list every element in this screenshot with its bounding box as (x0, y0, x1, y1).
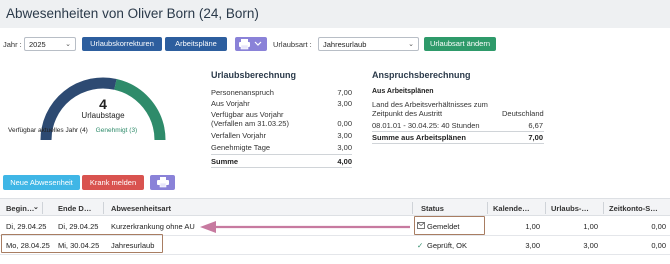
gauge-value: 4 (99, 96, 107, 112)
cell-begin: Di, 29.04.25 (6, 222, 47, 231)
chevron-down-icon: ⌄ (408, 41, 414, 48)
printer-icon (239, 39, 262, 50)
sick-report-button[interactable]: Krank melden (82, 175, 144, 190)
claim-line2: Zeitpunkt des Austritt (372, 109, 443, 118)
cell-time-account: 0,00 (651, 241, 666, 250)
print-button[interactable] (150, 175, 175, 190)
year-select[interactable]: 2025 ⌄ (24, 37, 76, 51)
cell-vacation-days: 1,00 (583, 222, 598, 231)
work-plans-button[interactable]: Arbeitspläne (165, 37, 227, 51)
cell-type: Kurzerkrankung ohne AU (111, 222, 195, 231)
column-separator (545, 202, 546, 214)
calc-title: Urlaubsberechnung (211, 70, 297, 80)
new-absence-button[interactable]: Neue Abwesenheit (3, 175, 80, 190)
column-separator (487, 202, 488, 214)
calc-label-sub: (Verfallen am 31.03.25) (211, 119, 289, 128)
table-header: Begin… ⌄ Ende D… Abwesenheitsart Status … (0, 198, 670, 216)
calc-value: 0,00 (337, 119, 352, 128)
calc-label: Genehmigte Tage (211, 143, 271, 152)
claim-subtitle: Aus Arbeitsplänen (372, 88, 434, 95)
claim-period: 08.01.01 - 30.04.25: 40 Stunden (372, 121, 480, 130)
column-header-type[interactable]: Abwesenheitsart (111, 204, 171, 213)
calc-sum-label: Summe (211, 157, 239, 166)
vacation-corrections-button[interactable]: Urlaubskorrekturen (82, 37, 162, 51)
status-highlight-box (414, 216, 485, 235)
claim-title: Anspruchsberechnung (372, 70, 471, 80)
print-dropdown-button[interactable] (235, 37, 267, 51)
column-header-timeaccount[interactable]: Zeitkonto-S… (609, 204, 658, 213)
column-separator (412, 202, 413, 214)
year-label: Jahr : (3, 40, 22, 49)
calc-label: Verfügbar aus Vorjahr (211, 110, 284, 119)
sort-desc-icon[interactable]: ⌄ (33, 203, 39, 211)
calc-sum-value: 4,00 (337, 157, 352, 166)
calc-value: 3,00 (337, 131, 352, 140)
calc-label: Personenanspruch (211, 88, 274, 97)
column-header-begin[interactable]: Begin… (6, 204, 34, 213)
claim-period-value: 6,67 (528, 121, 543, 130)
column-header-end[interactable]: Ende D… (58, 204, 91, 213)
calc-value: 7,00 (337, 88, 352, 97)
vacation-type-value: Jahresurlaub (323, 40, 367, 49)
claim-bottom-rule (372, 143, 544, 144)
chevron-down-icon: ⌄ (65, 41, 71, 48)
calc-label: Verfallen Vorjahr (211, 131, 267, 140)
vacation-type-select[interactable]: Jahresurlaub ⌄ (318, 37, 419, 51)
page-title: Abwesenheiten von Oliver Born (24, Born) (6, 6, 259, 21)
legend-approved: Genehmigt (3) (95, 127, 138, 134)
check-icon: ✓ (417, 241, 424, 250)
calc-value: 3,00 (337, 99, 352, 108)
column-separator (42, 202, 43, 214)
change-vacation-type-button[interactable]: Urlaubsart ändern (424, 37, 496, 51)
row-highlight-box (1, 234, 163, 253)
cell-end: Di, 29.04.25 (58, 222, 99, 231)
column-header-calendar[interactable]: Kalende… (493, 204, 530, 213)
claim-sum-label: Summe aus Arbeitsplänen (372, 133, 466, 142)
cell-calendar-days: 3,00 (525, 241, 540, 250)
cell-calendar-days: 1,00 (525, 222, 540, 231)
cell-status: Geprüft, OK (427, 241, 468, 250)
gauge-unit: Urlaubstage (81, 111, 125, 120)
printer-icon (156, 177, 169, 188)
calc-sum-rule (211, 154, 352, 155)
column-header-vacation[interactable]: Urlaubs-… (551, 204, 589, 213)
year-value: 2025 (29, 40, 46, 49)
claim-line1: Land des Arbeitsverhältnisses zum (372, 100, 488, 109)
cell-time-account: 0,00 (651, 222, 666, 231)
toolbar: Jahr : 2025 ⌄ Urlaubskorrekturen Arbeits… (0, 36, 670, 54)
column-separator (103, 202, 104, 214)
cell-vacation-days: 3,00 (583, 241, 598, 250)
calc-value: 3,00 (337, 143, 352, 152)
claim-sum-value: 7,00 (528, 133, 543, 142)
claim-sum-rule (372, 131, 544, 132)
column-header-status[interactable]: Status (421, 204, 444, 213)
claim-country: Deutschland (502, 109, 544, 118)
annotation-arrow-icon (200, 221, 410, 233)
calc-label: Aus Vorjahr (211, 99, 250, 108)
vacation-gauge: 4 Urlaubstage (8, 60, 198, 150)
vacation-type-label: Urlaubsart : (273, 40, 312, 49)
column-separator (603, 202, 604, 214)
gauge-legend: Verfügbar aktuelles Jahr (4) Genehmigt (… (8, 127, 137, 134)
calc-bottom-rule (211, 167, 352, 168)
legend-available: Verfügbar aktuelles Jahr (4) (8, 127, 88, 134)
